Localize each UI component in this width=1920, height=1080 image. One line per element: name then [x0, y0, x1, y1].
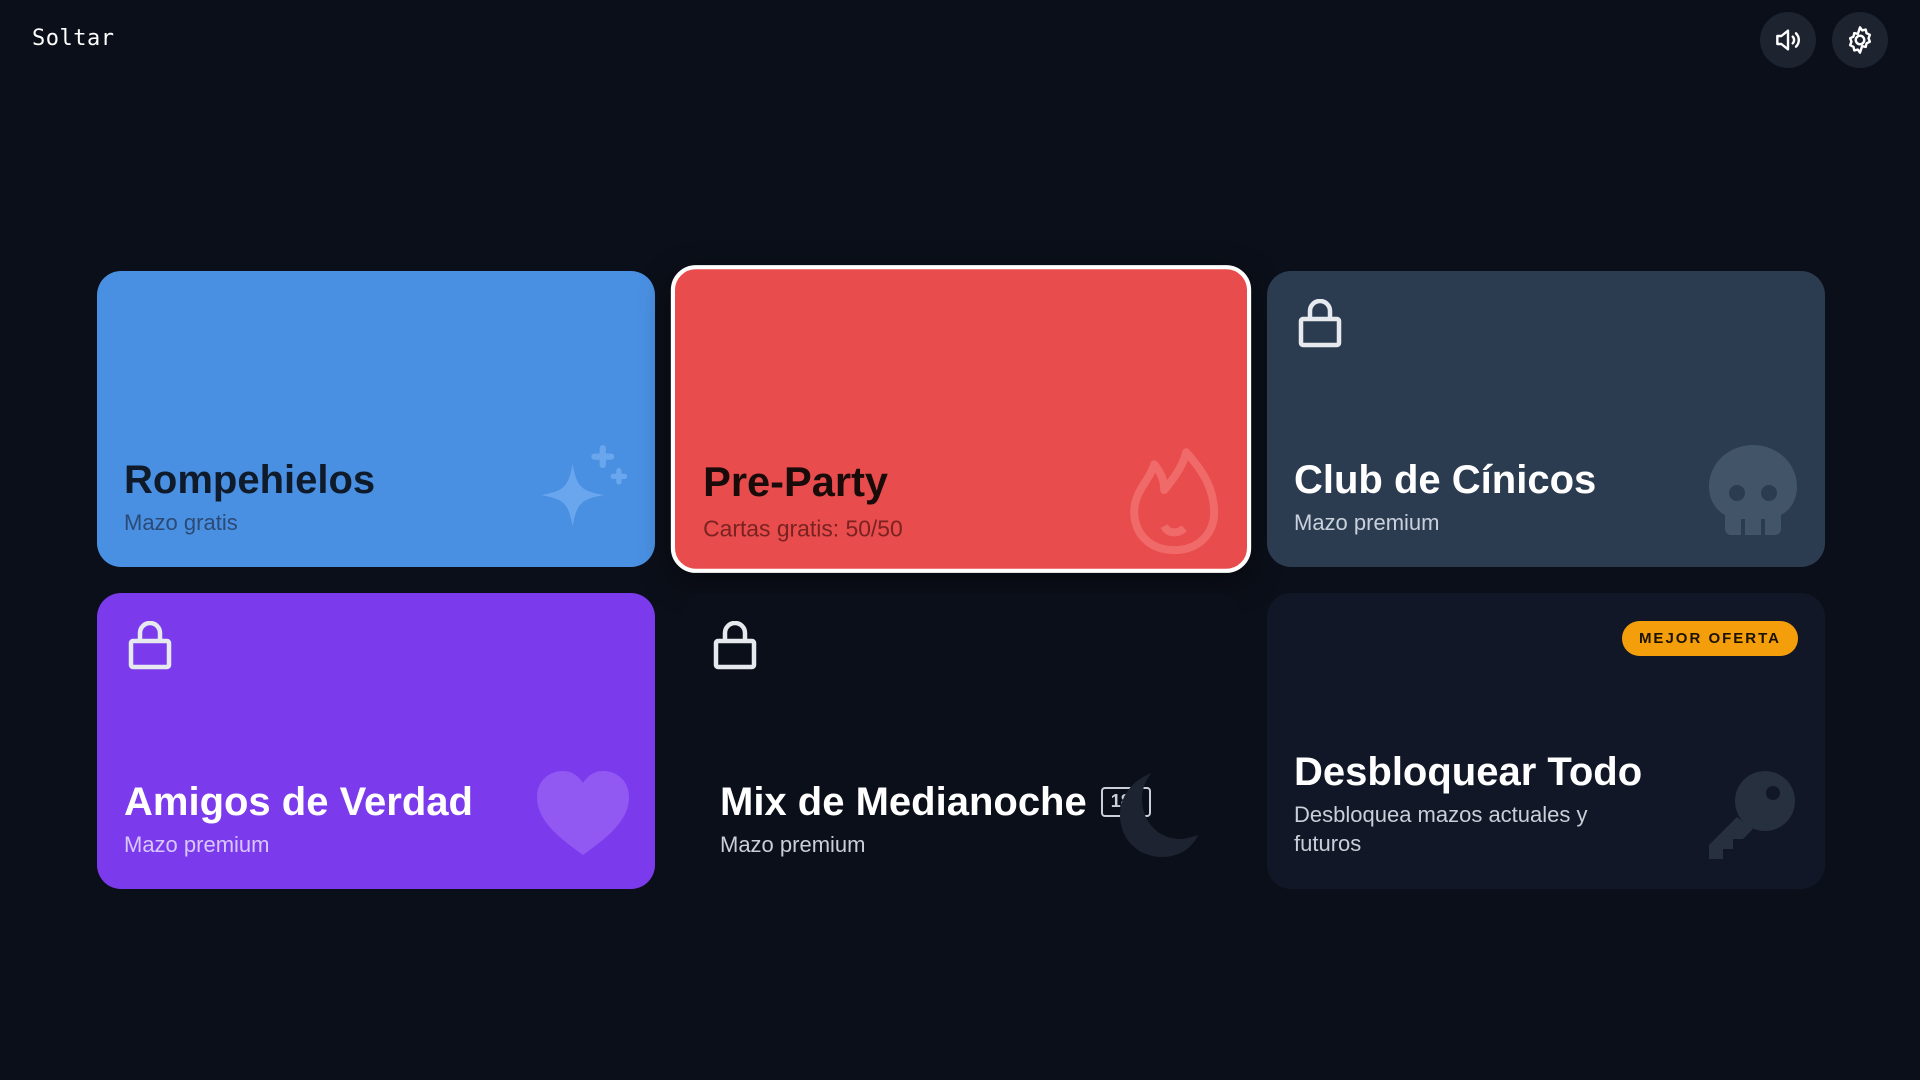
lock-icon [713, 621, 757, 670]
deck-title: Mix de Medianoche [720, 780, 1087, 824]
deck-subtitle: Mazo premium [720, 832, 866, 857]
deck-subtitle: Mazo premium [124, 832, 270, 857]
deck-title-row: Mix de Medianoche 18+ [720, 779, 1152, 825]
unlock-all-description: Desbloquea mazos actuales y futuros [1294, 802, 1588, 856]
key-icon [1709, 771, 1795, 859]
deck-subtitle: Mazo premium [1294, 510, 1440, 535]
deck-subtitle: Cartas gratis: 50/50 [703, 515, 903, 542]
deck-title: Rompehielos [124, 458, 376, 502]
deck-card-club-de-cinicos[interactable]: Club de Cínicos Mazo premium [1267, 271, 1825, 567]
lock-icon [1298, 299, 1342, 348]
lock-icon [128, 621, 172, 670]
sound-button[interactable] [1760, 12, 1816, 68]
deck-card-pre-party[interactable]: Pre-Party Cartas gratis: 50/50 [670, 265, 1252, 573]
skull-icon [1709, 445, 1797, 537]
heart-icon [537, 771, 629, 855]
flame-icon [1130, 448, 1219, 555]
deck-card-amigos-de-verdad[interactable]: Amigos de Verdad Mazo premium [97, 593, 655, 889]
deck-title: Pre-Party [703, 459, 889, 506]
moon-icon [1120, 773, 1198, 857]
settings-button[interactable] [1832, 12, 1888, 68]
deck-title: Amigos de Verdad [124, 780, 473, 824]
app-brand: Soltar [32, 26, 115, 51]
unlock-all-card[interactable]: MEJOR OFERTA Desbloquear Todo Desbloquea… [1267, 593, 1825, 889]
deck-card-rompehielos[interactable]: Rompehielos Mazo gratis [97, 271, 655, 567]
deck-subtitle: Mazo gratis [124, 510, 238, 535]
top-actions [1760, 12, 1888, 68]
deck-card-mix-de-medianoche[interactable]: Mix de Medianoche 18+ Mazo premium [682, 593, 1240, 889]
gear-icon [1848, 26, 1872, 54]
speaker-icon [1776, 29, 1800, 51]
sparkles-icon [541, 445, 628, 527]
unlock-all-title: Desbloquear Todo [1294, 750, 1643, 794]
best-offer-badge: MEJOR OFERTA [1621, 621, 1798, 656]
deck-grid: Rompehielos Mazo gratis Pre-Party Cartas… [97, 265, 1825, 889]
deck-title: Club de Cínicos [1294, 458, 1597, 502]
